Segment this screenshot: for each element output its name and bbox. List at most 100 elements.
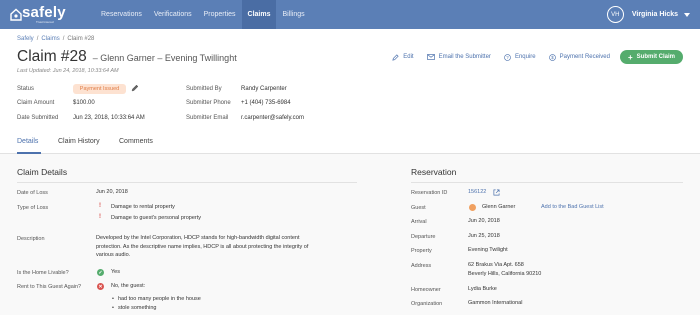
chevron-down-icon [684, 12, 690, 17]
date-submitted-label: Date Submitted [17, 115, 59, 121]
breadcrumb-claims[interactable]: Claims [41, 36, 59, 42]
nav-reservations[interactable]: Reservations [95, 0, 148, 29]
pencil-icon [392, 53, 399, 61]
details-panel: Claim Details Date of Loss Jun 20, 2018 … [0, 154, 700, 315]
logo-name: safely [22, 4, 66, 21]
description-label: Description [17, 236, 45, 242]
departure-label: Departure [411, 234, 436, 240]
list-item: stole something [112, 305, 157, 311]
email-label: Email the Submitter [438, 54, 491, 60]
external-link-icon[interactable] [493, 189, 500, 196]
guest-value: Glenn Garner [482, 204, 516, 210]
claim-details-title: Claim Details [17, 167, 68, 177]
user-name: Virginia Hicks [631, 11, 678, 18]
page-title: Claim #28 [17, 48, 87, 65]
breadcrumb: Safely / Claims / Claim #28 [17, 36, 94, 42]
homeowner-label: Homeowner [411, 287, 441, 293]
type-of-loss-label: Type of Loss [17, 205, 49, 211]
edit-label: Edit [403, 54, 414, 60]
top-nav: safely Trust Insured Reservations Verifi… [0, 0, 700, 29]
edit-button[interactable]: Edit [392, 53, 414, 61]
enquire-button[interactable]: ? Enquire [504, 53, 536, 61]
submit-label: Submit Claim [636, 54, 675, 60]
organization-value: Gammon International [468, 300, 523, 306]
date-submitted-value: Jun 23, 2018, 10:33:64 AM [73, 115, 145, 121]
warning-icon: ! [99, 203, 101, 209]
date-of-loss-value: Jun 20, 2018 [96, 189, 128, 195]
warning-icon: ! [99, 214, 101, 220]
list-item: had too many people in the house [112, 296, 201, 302]
date-of-loss-label: Date of Loss [17, 190, 48, 196]
divider [411, 182, 683, 183]
property-label: Property [411, 248, 432, 254]
avatar: VH [606, 6, 624, 23]
tab-comments[interactable]: Comments [119, 138, 153, 145]
address-line: 62 Brakus Via Apt. 658 [468, 262, 524, 268]
enquire-label: Enquire [514, 54, 536, 60]
nav-claims[interactable]: Claims [241, 0, 277, 29]
nav-verifications[interactable]: Verifications [148, 0, 198, 29]
close-icon: ✕ [97, 283, 104, 290]
guest-avatar [469, 204, 476, 211]
add-bad-guest-link[interactable]: Add to the Bad Guest List [541, 203, 604, 212]
address-label: Address [411, 263, 432, 269]
pencil-icon[interactable] [131, 84, 139, 92]
divider [17, 182, 357, 183]
rent-again-label: Rent to This Guest Again? [17, 284, 82, 290]
submitter-phone-label: Submitter Phone [186, 100, 231, 106]
envelope-icon [426, 54, 435, 60]
breadcrumb-separator: / [62, 36, 65, 42]
breadcrumb-separator: / [36, 36, 39, 42]
status-label: Status [17, 86, 35, 92]
submitter-email-label: Submitter Email [186, 115, 229, 121]
description-line: protection. As the descriptive name impl… [96, 243, 309, 250]
arrival-value: Jun 20, 2018 [468, 218, 500, 224]
nav-properties[interactable]: Properties [198, 0, 242, 29]
svg-text:?: ? [506, 55, 509, 60]
tab-details[interactable]: Details [17, 138, 38, 145]
check-icon: ✓ [97, 269, 104, 276]
claim-amount-value: $100.00 [73, 100, 95, 106]
page-header: Claim #28 – Glenn Garner – Evening Twill… [17, 48, 237, 66]
breadcrumb-safely[interactable]: Safely [17, 36, 34, 42]
homeowner-value: Lydia Burke [468, 286, 497, 292]
reservation-id-link[interactable]: 156122 [468, 188, 486, 197]
reservation-id-label: Reservation ID [411, 190, 448, 196]
plus-icon: + [627, 52, 633, 62]
reservation-title: Reservation [411, 167, 457, 177]
tab-claim-history[interactable]: Claim History [58, 138, 100, 145]
submitter-email-value: r.carpenter@safely.com [241, 115, 305, 121]
organization-label: Organization [411, 301, 443, 307]
submitted-by-label: Submitted By [186, 86, 222, 92]
submitter-phone-value: +1 (404) 735-6984 [241, 100, 291, 106]
type-of-loss-value: Damage to rental property [111, 204, 175, 210]
logo-tagline: Trust Insured [36, 20, 54, 24]
safely-logo[interactable]: safely Trust Insured [10, 5, 86, 24]
nav-billings[interactable]: Billings [276, 0, 310, 29]
claim-amount-label: Claim Amount [17, 100, 55, 106]
type-of-loss-value: Damage to guest's personal property [111, 215, 202, 221]
payment-label: Payment Received [559, 54, 610, 60]
description-line: various audio. [96, 252, 131, 258]
address-line: Beverly Hills, California 90210 [468, 270, 542, 277]
submit-claim-button[interactable]: + Submit Claim [619, 50, 683, 64]
question-icon: ? [504, 53, 511, 61]
property-value: Evening Twilight [468, 247, 508, 253]
tab-bar: Details Claim History Comments [0, 136, 700, 154]
user-menu[interactable]: VH Virginia Hicks [606, 6, 690, 23]
guest-label: Guest [411, 205, 426, 211]
header-actions: Edit Email the Submitter ? Enquire $ Pay… [379, 50, 683, 64]
home-livable-value: Yes [111, 269, 120, 275]
arrival-label: Arrival [411, 219, 427, 225]
departure-value: Jun 25, 2018 [468, 233, 500, 239]
last-updated: Last Updated: Jun 24, 2018, 10:33:64 AM [17, 68, 119, 74]
email-submitter-button[interactable]: Email the Submitter [426, 54, 491, 60]
dollar-icon: $ [548, 53, 556, 61]
house-logo-icon [10, 8, 22, 21]
status-badge: Payment Issued [73, 84, 126, 94]
breadcrumb-current: Claim #28 [67, 36, 95, 42]
payment-received-button[interactable]: $ Payment Received [548, 53, 610, 61]
submitted-by-value: Randy Carpenter [241, 86, 287, 92]
rent-again-value: No, the guest: [111, 283, 146, 289]
page-subtitle: – Glenn Garner – Evening Twillinght [92, 53, 237, 63]
